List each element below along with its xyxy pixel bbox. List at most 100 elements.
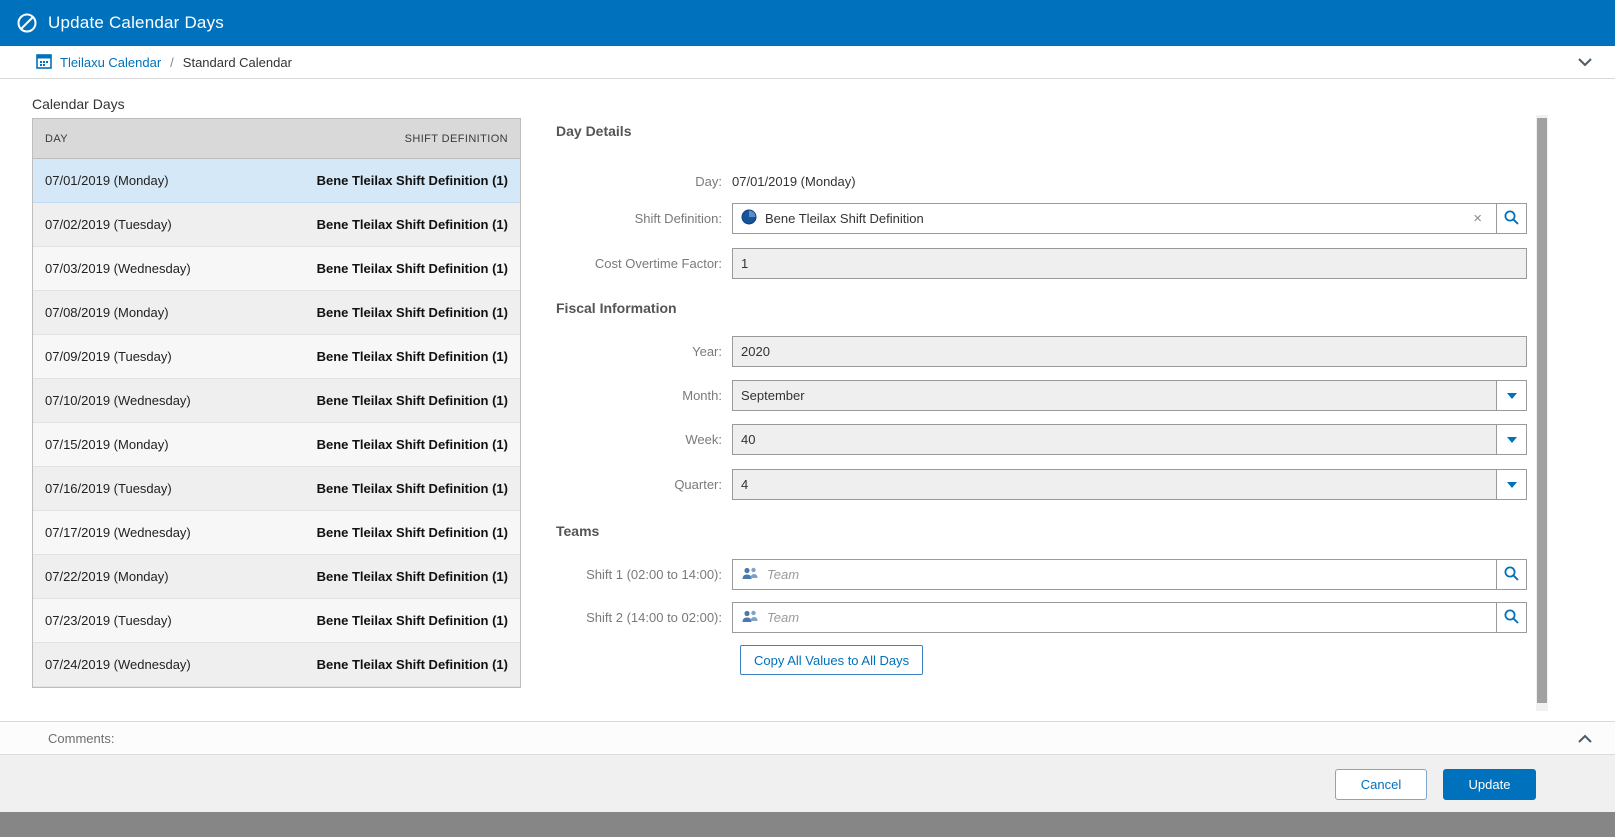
day-cell: 07/15/2019 (Monday) xyxy=(45,437,169,452)
table-body: 07/01/2019 (Monday) Bene Tleilax Shift D… xyxy=(33,159,520,687)
day-cell: 07/08/2019 (Monday) xyxy=(45,305,169,320)
week-label: Week: xyxy=(556,432,732,447)
shift-cell: Bene Tleilax Shift Definition (1) xyxy=(317,173,508,188)
shift-cell: Bene Tleilax Shift Definition (1) xyxy=(317,349,508,364)
day-cell: 07/16/2019 (Tuesday) xyxy=(45,481,172,496)
day-cell: 07/01/2019 (Monday) xyxy=(45,173,169,188)
desktop-background xyxy=(0,812,1615,837)
table-row[interactable]: 07/23/2019 (Tuesday) Bene Tleilax Shift … xyxy=(33,599,520,643)
day-cell: 07/23/2019 (Tuesday) xyxy=(45,613,172,628)
table-row[interactable]: 07/22/2019 (Monday) Bene Tleilax Shift D… xyxy=(33,555,520,599)
shift-definition-value: Bene Tleilax Shift Definition xyxy=(765,211,1467,226)
shift2-label: Shift 2 (14:00 to 02:00): xyxy=(556,610,732,625)
shift1-team-search-button[interactable] xyxy=(1496,559,1527,590)
shift-definition-icon xyxy=(741,209,757,228)
team-icon xyxy=(741,566,759,584)
vertical-scrollbar-track[interactable] xyxy=(1536,115,1548,711)
breadcrumb-current: Standard Calendar xyxy=(183,55,292,70)
shift1-label: Shift 1 (02:00 to 14:00): xyxy=(556,567,732,582)
day-cell: 07/10/2019 (Wednesday) xyxy=(45,393,191,408)
day-cell: 07/17/2019 (Wednesday) xyxy=(45,525,191,540)
day-cell: 07/24/2019 (Wednesday) xyxy=(45,657,191,672)
shift-cell: Bene Tleilax Shift Definition (1) xyxy=(317,481,508,496)
calendar-days-table: DAY SHIFT DEFINITION 07/01/2019 (Monday)… xyxy=(32,118,521,688)
fiscal-information-section-title: Fiscal Information xyxy=(556,300,677,316)
shift-definition-search-button[interactable] xyxy=(1496,203,1527,234)
shift2-team-form-row: Shift 2 (14:00 to 02:00): xyxy=(556,602,1527,633)
shift-cell: Bene Tleilax Shift Definition (1) xyxy=(317,437,508,452)
table-row[interactable]: 07/10/2019 (Wednesday) Bene Tleilax Shif… xyxy=(33,379,520,423)
quarter-form-row: Quarter: 4 xyxy=(556,469,1527,500)
table-row[interactable]: 07/15/2019 (Monday) Bene Tleilax Shift D… xyxy=(33,423,520,467)
month-label: Month: xyxy=(556,388,732,403)
month-select[interactable]: September xyxy=(732,380,1527,411)
shift-cell: Bene Tleilax Shift Definition (1) xyxy=(317,393,508,408)
shift-definition-input[interactable]: Bene Tleilax Shift Definition × xyxy=(732,203,1497,234)
day-label: Day: xyxy=(556,174,732,189)
shift2-team-input[interactable] xyxy=(767,604,1488,631)
month-selected-value: September xyxy=(733,381,1496,410)
week-select[interactable]: 40 xyxy=(732,424,1527,455)
month-dropdown-button[interactable] xyxy=(1496,381,1526,410)
table-row[interactable]: 07/03/2019 (Wednesday) Bene Tleilax Shif… xyxy=(33,247,520,291)
calendar-icon xyxy=(36,53,52,72)
shift-cell: Bene Tleilax Shift Definition (1) xyxy=(317,613,508,628)
table-row[interactable]: 07/08/2019 (Monday) Bene Tleilax Shift D… xyxy=(33,291,520,335)
shift-cell: Bene Tleilax Shift Definition (1) xyxy=(317,569,508,584)
update-button[interactable]: Update xyxy=(1443,769,1536,800)
week-dropdown-button[interactable] xyxy=(1496,425,1526,454)
team-icon xyxy=(741,609,759,627)
magnifier-icon xyxy=(1503,565,1520,585)
year-input[interactable] xyxy=(741,338,1518,365)
page-title: Update Calendar Days xyxy=(48,13,224,33)
month-form-row: Month: September xyxy=(556,380,1527,411)
table-row[interactable]: 07/16/2019 (Tuesday) Bene Tleilax Shift … xyxy=(33,467,520,511)
chevron-down-triangle-icon xyxy=(1507,482,1517,488)
shift-cell: Bene Tleilax Shift Definition (1) xyxy=(317,217,508,232)
shift-cell: Bene Tleilax Shift Definition (1) xyxy=(317,305,508,320)
week-selected-value: 40 xyxy=(733,425,1496,454)
footer-action-bar: Cancel Update xyxy=(0,754,1615,812)
table-row[interactable]: 07/01/2019 (Monday) Bene Tleilax Shift D… xyxy=(33,159,520,203)
chevron-up-icon[interactable] xyxy=(1577,732,1593,747)
vertical-scrollbar-thumb[interactable] xyxy=(1537,118,1547,703)
table-row[interactable]: 07/17/2019 (Wednesday) Bene Tleilax Shif… xyxy=(33,511,520,555)
chevron-down-icon[interactable] xyxy=(1577,55,1593,70)
chevron-down-triangle-icon xyxy=(1507,437,1517,443)
magnifier-icon xyxy=(1503,209,1520,229)
breadcrumb: Tleilaxu Calendar / Standard Calendar xyxy=(0,46,1615,79)
year-label: Year: xyxy=(556,344,732,359)
comments-section: Comments: xyxy=(0,721,1615,754)
cost-overtime-form-row: Cost Overtime Factor: xyxy=(556,248,1527,279)
table-row[interactable]: 07/24/2019 (Wednesday) Bene Tleilax Shif… xyxy=(33,643,520,687)
quarter-label: Quarter: xyxy=(556,477,732,492)
clear-icon[interactable]: × xyxy=(1467,211,1488,226)
table-row[interactable]: 07/02/2019 (Tuesday) Bene Tleilax Shift … xyxy=(33,203,520,247)
day-cell: 07/02/2019 (Tuesday) xyxy=(45,217,172,232)
day-details-section-title: Day Details xyxy=(556,123,631,139)
shift1-team-input[interactable] xyxy=(767,561,1488,588)
cancel-button[interactable]: Cancel xyxy=(1335,769,1427,800)
quarter-select[interactable]: 4 xyxy=(732,469,1527,500)
window-title-bar: Update Calendar Days xyxy=(0,0,1615,46)
comments-label: Comments: xyxy=(48,731,114,746)
breadcrumb-link-calendar[interactable]: Tleilaxu Calendar xyxy=(60,55,161,70)
day-cell: 07/03/2019 (Wednesday) xyxy=(45,261,191,276)
cost-overtime-label: Cost Overtime Factor: xyxy=(556,256,732,271)
cost-overtime-input[interactable] xyxy=(741,250,1518,277)
shift-definition-form-row: Shift Definition: Bene Tleilax Shift Def… xyxy=(556,203,1527,234)
day-cell: 07/09/2019 (Tuesday) xyxy=(45,349,172,364)
week-form-row: Week: 40 xyxy=(556,424,1527,455)
shift2-team-search-button[interactable] xyxy=(1496,602,1527,633)
copy-all-values-button[interactable]: Copy All Values to All Days xyxy=(740,645,923,675)
table-row[interactable]: 07/09/2019 (Tuesday) Bene Tleilax Shift … xyxy=(33,335,520,379)
shift-definition-label: Shift Definition: xyxy=(556,211,732,226)
column-header-day: DAY xyxy=(45,133,68,145)
day-value: 07/01/2019 (Monday) xyxy=(732,174,856,189)
quarter-dropdown-button[interactable] xyxy=(1496,470,1526,499)
shift-cell: Bene Tleilax Shift Definition (1) xyxy=(317,525,508,540)
teams-section-title: Teams xyxy=(556,523,599,539)
shift-cell: Bene Tleilax Shift Definition (1) xyxy=(317,261,508,276)
calendar-days-section-title: Calendar Days xyxy=(32,96,125,112)
shift-cell: Bene Tleilax Shift Definition (1) xyxy=(317,657,508,672)
